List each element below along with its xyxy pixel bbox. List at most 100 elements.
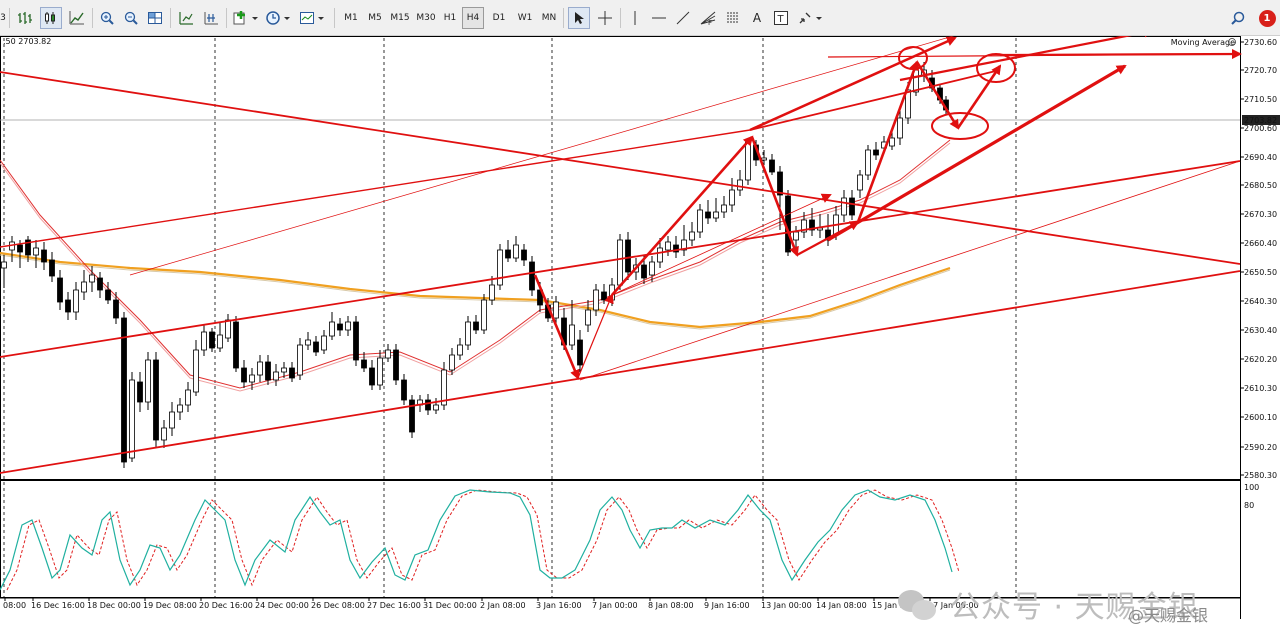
candle-body [857, 174, 863, 191]
wechat-logo-icon [896, 586, 940, 622]
candle-body [761, 157, 767, 161]
price-axis-label: 2580.30 [1244, 471, 1277, 480]
price-axis-label: 2700.60 [1244, 124, 1277, 133]
indicators-button[interactable] [231, 7, 259, 29]
bar-chart-button[interactable] [14, 7, 36, 29]
timeframe-m15-button[interactable]: M15 [388, 7, 412, 29]
horizontal-line-tool-button[interactable] [648, 7, 670, 29]
candle-body [601, 291, 607, 301]
zoom-in-button[interactable] [96, 7, 118, 29]
candle-body [97, 277, 103, 291]
price-axis-label: 2730.60 [1244, 38, 1277, 47]
text-label-glyph: T [777, 14, 785, 25]
crosshair-tool-button[interactable] [594, 7, 616, 29]
candle-body [49, 259, 55, 277]
chart-window[interactable]: .50 2703.82 Moving Average 2730.60 2720.70 2… [0, 36, 1280, 625]
text-tool-button[interactable]: A [746, 7, 768, 29]
candle-body [553, 301, 559, 319]
svg-text:F: F [708, 19, 712, 26]
highlight-ellipse [976, 53, 1016, 83]
candlestick-chart-button[interactable] [40, 7, 62, 29]
candle-body [233, 321, 239, 369]
trendline-tool-button[interactable] [672, 7, 694, 29]
timeframe-mn-button[interactable]: MN [538, 7, 560, 29]
templates-button[interactable] [298, 7, 328, 29]
timeframe-h4-button[interactable]: H4 [462, 7, 484, 29]
time-axis-label: 7 Jan 00:00 [592, 601, 638, 610]
clock-icon [266, 11, 290, 25]
templates-icon [300, 12, 324, 24]
search-button[interactable] [1228, 7, 1248, 29]
notifications-button[interactable]: 1 [1256, 7, 1278, 29]
candle-body [697, 209, 703, 233]
candle-body [489, 284, 495, 301]
timeframe-w1-button[interactable]: W1 [514, 7, 536, 29]
candle-body [73, 289, 79, 313]
candle-body [89, 274, 95, 283]
fibonacci-fan-tool-button[interactable]: F [696, 7, 720, 29]
candle-body [209, 331, 215, 349]
candle-body [41, 249, 47, 263]
timeframe-m5-button[interactable]: M5 [364, 7, 386, 29]
candle-body [465, 321, 471, 346]
candle-body [505, 249, 511, 259]
separator [226, 8, 227, 28]
notification-badge: 1 [1258, 9, 1276, 27]
cursor-tool-button[interactable] [568, 7, 590, 29]
price-chart[interactable]: .50 2703.82 Moving Average 2730.60 2720.70 2… [0, 36, 1280, 619]
price-axis-label: 2630.40 [1244, 326, 1277, 335]
line-chart-icon [69, 11, 84, 25]
time-axis-label: 19 Dec 08:00 [143, 601, 197, 610]
timeframe-m30-button[interactable]: M30 [414, 7, 438, 29]
candle-body [177, 404, 183, 413]
candle-body [33, 247, 39, 256]
time-axis-label: 3 Jan 16:00 [536, 601, 582, 610]
timeframe-d1-button[interactable]: D1 [488, 7, 510, 29]
time-axis-label: 08:00 [3, 601, 26, 610]
candle-body [577, 339, 583, 366]
time-axis-label: 24 Dec 00:00 [255, 601, 309, 610]
tile-windows-button[interactable] [144, 7, 166, 29]
arrows-tool-button[interactable] [796, 7, 826, 29]
zoom-out-icon [124, 11, 138, 25]
vertical-line-tool-button[interactable] [624, 7, 646, 29]
candle-body [297, 344, 303, 376]
candle-body [281, 367, 287, 373]
candle-body [777, 171, 783, 196]
candle-body [721, 204, 727, 213]
candle-body [313, 341, 319, 353]
candle-body [841, 197, 847, 216]
candle-body [705, 211, 711, 219]
text-label-icon: T [774, 11, 788, 25]
candle-body [217, 334, 223, 349]
price-axis-label: 2620.20 [1244, 355, 1277, 364]
candle-body [265, 361, 271, 381]
candle-body [521, 249, 527, 261]
timeframe-m1-button[interactable]: M1 [340, 7, 362, 29]
candle-body [145, 359, 151, 403]
candle-body [201, 331, 207, 351]
candle-body [737, 179, 743, 191]
candle-body [473, 321, 479, 331]
zoom-out-button[interactable] [120, 7, 142, 29]
candle-body [593, 289, 599, 311]
autoscroll-button[interactable] [200, 7, 222, 29]
periods-button[interactable] [264, 7, 294, 29]
candle-body [729, 189, 735, 206]
candle-body [65, 299, 71, 313]
candle-body [17, 244, 23, 253]
candle-body [81, 281, 87, 293]
candle-body [193, 349, 199, 393]
chart-shift-button[interactable] [175, 7, 197, 29]
text-label-tool-button[interactable]: T [770, 7, 792, 29]
price-axis-label: 2710.50 [1244, 95, 1277, 104]
candle-body [625, 239, 631, 273]
fibonacci-retracement-tool-button[interactable] [722, 7, 744, 29]
price-axis-label: 2690.40 [1244, 153, 1277, 162]
timeframe-h1-button[interactable]: H1 [440, 7, 460, 29]
notification-count: 1 [1263, 12, 1271, 24]
time-axis-label: 20 Dec 16:00 [199, 601, 253, 610]
line-chart-button[interactable] [66, 7, 88, 29]
trendline [0, 129, 751, 248]
tile-windows-icon [148, 12, 162, 24]
